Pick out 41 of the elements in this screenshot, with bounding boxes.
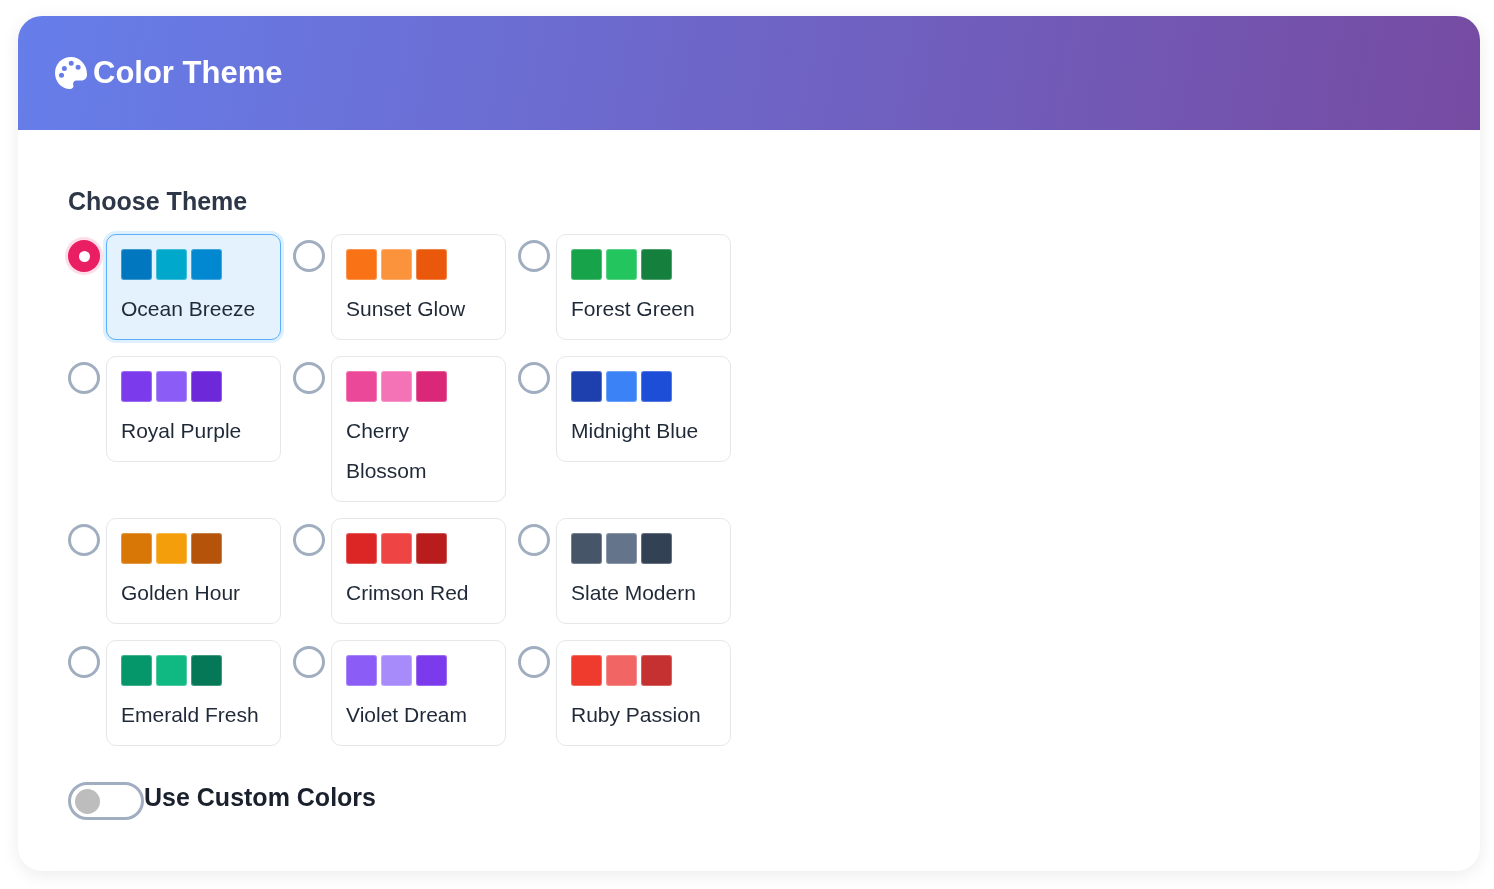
theme-card[interactable]: Violet Dream — [331, 640, 506, 746]
theme-name: Sunset Glow — [346, 296, 467, 322]
theme-card[interactable]: Crimson Red — [331, 518, 506, 624]
theme-card[interactable]: Ruby Passion — [556, 640, 731, 746]
theme-card[interactable]: Midnight Blue — [556, 356, 731, 462]
radio-button[interactable] — [293, 362, 325, 394]
palette-icon — [55, 57, 87, 89]
theme-name: Midnight Blue — [571, 418, 700, 444]
radio-button[interactable] — [293, 524, 325, 556]
radio-button[interactable] — [68, 240, 100, 272]
theme-name: Slate Modern — [571, 580, 697, 606]
radio-button[interactable] — [518, 362, 550, 394]
theme-name: Crimson Red — [346, 580, 470, 606]
panel-title: Color Theme — [93, 55, 283, 91]
radio-button[interactable] — [518, 646, 550, 678]
theme-name: Emerald Fresh — [121, 702, 260, 728]
theme-card[interactable]: Golden Hour — [106, 518, 281, 624]
theme-card[interactable]: Forest Green — [556, 234, 731, 340]
theme-card[interactable]: Sunset Glow — [331, 234, 506, 340]
radio-button[interactable] — [518, 240, 550, 272]
theme-name: Golden Hour — [121, 580, 242, 606]
toggle-label: Use Custom Colors — [144, 782, 376, 812]
theme-name: Cherry Blossom — [346, 418, 428, 484]
radio-button[interactable] — [293, 646, 325, 678]
theme-name: Forest Green — [571, 296, 696, 322]
toggle-switch[interactable] — [68, 782, 144, 820]
theme-card[interactable]: Emerald Fresh — [106, 640, 281, 746]
theme-card[interactable]: Slate Modern — [556, 518, 731, 624]
theme-card[interactable]: Cherry Blossom — [331, 356, 506, 502]
theme-card[interactable]: Ocean Breeze — [106, 234, 281, 340]
theme-card[interactable]: Royal Purple — [106, 356, 281, 462]
theme-name: Ocean Breeze — [121, 296, 257, 322]
radio-button[interactable] — [68, 362, 100, 394]
radio-button[interactable] — [68, 646, 100, 678]
section-heading: Choose Theme — [68, 186, 249, 216]
radio-button[interactable] — [518, 524, 550, 556]
theme-name: Royal Purple — [121, 418, 243, 444]
theme-name: Violet Dream — [346, 702, 468, 728]
radio-button[interactable] — [68, 524, 100, 556]
theme-name: Ruby Passion — [571, 702, 702, 728]
radio-button[interactable] — [293, 240, 325, 272]
